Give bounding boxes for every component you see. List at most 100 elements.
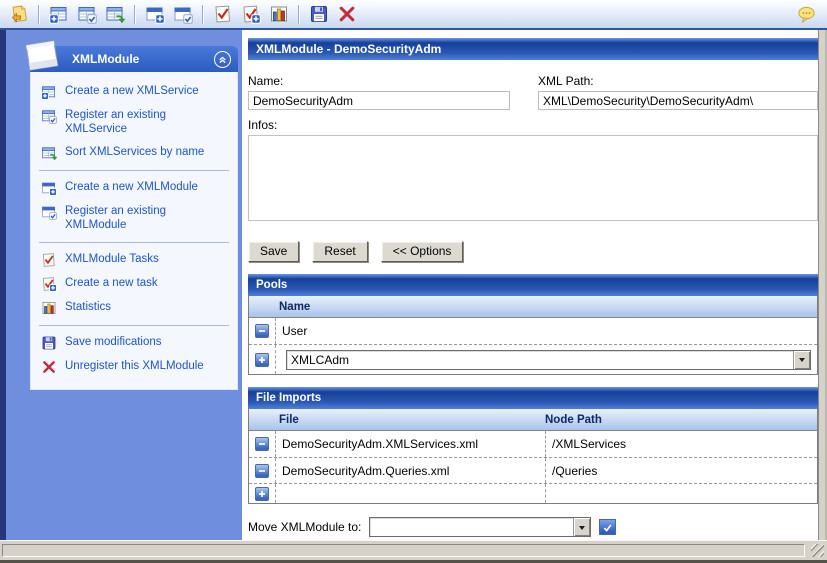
sidebar-item-create-task[interactable]: Create a new task bbox=[31, 272, 237, 296]
toolbar-clipboard-button[interactable] bbox=[6, 2, 32, 26]
sidebar-item-label: Save modifications bbox=[65, 335, 162, 349]
toolbar-separator bbox=[298, 5, 300, 24]
reset-button[interactable]: Reset bbox=[312, 241, 367, 262]
sidebar-item-save-modifications[interactable]: Save modifications bbox=[31, 331, 237, 355]
save-button[interactable]: Save bbox=[248, 241, 299, 262]
toolbar-register-xmlmodule-button[interactable] bbox=[170, 2, 196, 26]
toolbar-statistics-button[interactable] bbox=[266, 2, 292, 26]
resize-grip[interactable] bbox=[811, 544, 824, 557]
sidebar-item-register-xmlmodule[interactable]: Register an existing XMLModule bbox=[31, 200, 237, 237]
collapse-panel-button[interactable] bbox=[214, 51, 231, 68]
sidebar-item-label: Register an existing XMLService bbox=[65, 108, 217, 137]
node-path-cell bbox=[545, 484, 817, 503]
task-add-icon bbox=[241, 4, 261, 24]
toolbar-create-task-button[interactable] bbox=[238, 2, 264, 26]
toolbar-tasks-button[interactable] bbox=[210, 2, 236, 26]
minus-icon bbox=[258, 440, 266, 448]
chevron-up-icon bbox=[217, 54, 228, 65]
menu-separator bbox=[39, 242, 229, 243]
sidebar-item-unregister-xmlmodule[interactable]: Unregister this XMLModule bbox=[31, 355, 237, 379]
help-bubble-button[interactable] bbox=[793, 2, 819, 26]
xml-path-input[interactable] bbox=[538, 91, 818, 110]
node-path-cell: /XMLServices bbox=[545, 431, 817, 457]
page-title: XMLModule - DemoSecurityAdm bbox=[248, 38, 818, 60]
toolbar-unregister-button[interactable] bbox=[334, 2, 360, 26]
file-imports-table: File Node Path DemoSecurityAdm.XMLServic… bbox=[248, 409, 818, 504]
document-icon bbox=[21, 37, 63, 75]
remove-file-import-button[interactable] bbox=[255, 437, 269, 451]
pools-row: User bbox=[249, 318, 817, 344]
dropdown-button[interactable] bbox=[793, 351, 810, 369]
toolbar-save-button[interactable] bbox=[306, 2, 332, 26]
toolbar-sort-xmlservices-button[interactable] bbox=[102, 2, 128, 26]
move-target-select[interactable] bbox=[369, 517, 591, 537]
infos-textarea[interactable] bbox=[248, 135, 818, 221]
name-input[interactable] bbox=[248, 91, 510, 110]
toolbar-separator bbox=[38, 5, 40, 24]
save-icon bbox=[41, 335, 57, 351]
action-buttons: Save Reset << Options bbox=[248, 241, 818, 262]
toolbar-create-xmlmodule-button[interactable] bbox=[142, 2, 168, 26]
file-column-header: File bbox=[249, 414, 545, 426]
add-pool-button[interactable] bbox=[255, 353, 269, 367]
file-imports-column-headers: File Node Path bbox=[249, 409, 817, 431]
clipboard-arrow-icon bbox=[9, 4, 29, 24]
status-message-area bbox=[2, 544, 805, 557]
toolbar bbox=[0, 0, 827, 28]
vertical-scrollbar[interactable] bbox=[818, 30, 827, 540]
plus-icon bbox=[258, 356, 266, 364]
panel-title: XMLModule bbox=[72, 52, 214, 66]
toolbar-create-xmlservice-button[interactable] bbox=[46, 2, 72, 26]
content-inner: XMLModule - DemoSecurityAdm Name: XML Pa… bbox=[242, 30, 818, 540]
toolbar-separator bbox=[134, 5, 136, 24]
sidebar-item-label: XMLModule Tasks bbox=[65, 252, 159, 266]
dropdown-arrow-icon bbox=[579, 526, 585, 533]
xml-path-field-group: XML Path: bbox=[538, 74, 818, 110]
window-check-icon bbox=[173, 4, 193, 24]
options-button[interactable]: << Options bbox=[381, 241, 464, 262]
sidebar-item-create-xmlservice[interactable]: Create a new XMLService bbox=[31, 80, 237, 104]
menu-separator bbox=[39, 325, 229, 326]
sidebar-item-register-xmlservice[interactable]: Register an existing XMLService bbox=[31, 104, 237, 141]
xml-path-label: XML Path: bbox=[538, 74, 818, 88]
table-check-icon bbox=[41, 108, 57, 124]
move-xmlmodule-row: Move XMLModule to: bbox=[248, 517, 818, 537]
speech-bubble-icon bbox=[797, 5, 816, 24]
minus-icon bbox=[258, 327, 266, 335]
add-file-import-button[interactable] bbox=[255, 487, 269, 501]
sidebar-item-label: Create a new XMLService bbox=[65, 84, 199, 98]
dropdown-arrow-icon bbox=[799, 358, 805, 365]
sidebar-item-statistics[interactable]: Statistics bbox=[31, 296, 237, 320]
sidebar-item-label: Sort XMLServices by name bbox=[65, 145, 204, 159]
node-path-column-header: Node Path bbox=[545, 414, 817, 426]
status-bar bbox=[0, 540, 827, 560]
pools-section-header: Pools bbox=[248, 274, 818, 296]
toolbar-separator bbox=[202, 5, 204, 24]
remove-pool-button[interactable] bbox=[255, 324, 269, 338]
sidebar-item-xmlmodule-tasks[interactable]: XMLModule Tasks bbox=[31, 248, 237, 272]
pool-name-cell: User bbox=[275, 318, 817, 344]
dropdown-button[interactable] bbox=[573, 518, 590, 536]
menu-separator bbox=[39, 170, 229, 171]
table-sort-icon bbox=[41, 145, 57, 161]
row-action-cell bbox=[249, 318, 275, 344]
pool-select[interactable]: XMLCAdm bbox=[286, 350, 811, 370]
row-action-cell bbox=[249, 484, 275, 503]
apply-move-button[interactable] bbox=[599, 519, 616, 535]
sidebar-item-create-xmlmodule[interactable]: Create a new XMLModule bbox=[31, 176, 237, 200]
statistics-icon bbox=[41, 300, 57, 316]
file-imports-row: DemoSecurityAdm.XMLServices.xml /XMLServ… bbox=[249, 431, 817, 457]
sidebar-item-sort-xmlservices[interactable]: Sort XMLServices by name bbox=[31, 141, 237, 165]
file-cell bbox=[275, 484, 545, 503]
save-icon bbox=[309, 4, 329, 24]
xmlmodule-panel: XMLModule Create a new XMLService Regist… bbox=[30, 46, 238, 390]
plus-icon bbox=[258, 490, 266, 498]
application-window: XMLModule Create a new XMLService Regist… bbox=[0, 0, 827, 563]
file-imports-row: DemoSecurityAdm.Queries.xml /Queries bbox=[249, 457, 817, 483]
remove-file-import-button[interactable] bbox=[255, 464, 269, 478]
pools-section: Pools Name User bbox=[248, 274, 818, 375]
toolbar-register-xmlservice-button[interactable] bbox=[74, 2, 100, 26]
file-imports-section: File Imports File Node Path bbox=[248, 387, 818, 504]
form-row: Name: XML Path: bbox=[248, 74, 818, 110]
table-add-icon bbox=[41, 84, 57, 100]
